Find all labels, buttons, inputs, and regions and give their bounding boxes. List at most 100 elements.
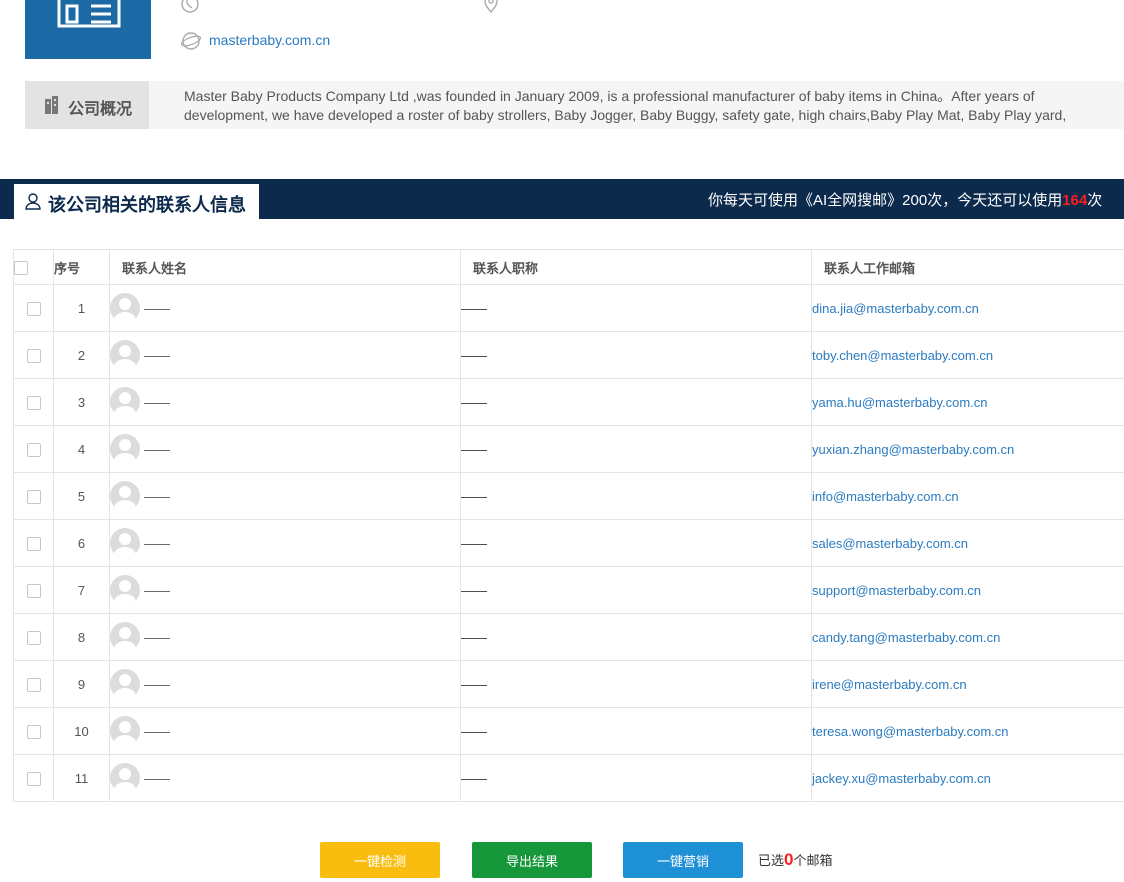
contact-email-link[interactable]: yuxian.zhang@masterbaby.com.cn: [812, 442, 1014, 457]
row-checkbox-cell: [13, 378, 54, 426]
default-avatar-icon: [110, 434, 140, 464]
row-index: 6: [53, 519, 110, 567]
contact-title: ——: [461, 629, 487, 645]
table-row: 8 —— —— candy.tang@masterbaby.com.cn: [13, 613, 1124, 661]
search-quota-text: 你每天可使用《AI全网搜邮》200次，今天还可以使用164次: [708, 189, 1102, 210]
contact-name: ——: [144, 441, 170, 457]
row-checkbox[interactable]: [26, 677, 41, 692]
one-click-check-button[interactable]: 一键检测: [320, 842, 440, 878]
row-checkbox[interactable]: [26, 630, 41, 645]
contact-title-cell: ——: [460, 378, 812, 426]
contact-name: ——: [144, 300, 170, 316]
contact-title-cell: ——: [460, 566, 812, 614]
contact-email-link[interactable]: support@masterbaby.com.cn: [812, 583, 981, 598]
contact-email-cell: yama.hu@masterbaby.com.cn: [811, 378, 1124, 426]
contact-name-cell: ——: [109, 613, 461, 661]
quota-prefix: 你每天可使用《AI全网搜邮》200次，今天还可以使用: [708, 192, 1063, 209]
contact-email-link[interactable]: info@masterbaby.com.cn: [812, 489, 959, 504]
row-checkbox-cell: [13, 519, 54, 567]
contact-email-cell: toby.chen@masterbaby.com.cn: [811, 331, 1124, 379]
contact-title-cell: ——: [460, 519, 812, 567]
header-name: 联系人姓名: [109, 249, 461, 285]
contact-email-link[interactable]: sales@masterbaby.com.cn: [812, 536, 968, 551]
contact-email-cell: info@masterbaby.com.cn: [811, 472, 1124, 520]
contact-name: ——: [144, 723, 170, 739]
row-checkbox[interactable]: [26, 536, 41, 551]
contacts-section-title: 该公司相关的联系人信息: [48, 195, 246, 215]
building-logo-icon: [57, 0, 121, 28]
row-checkbox[interactable]: [26, 348, 41, 363]
company-logo: [25, 0, 151, 59]
row-checkbox[interactable]: [26, 395, 41, 410]
one-click-marketing-button[interactable]: 一键营销: [623, 842, 743, 878]
default-avatar-icon: [110, 340, 140, 370]
row-checkbox-cell: [13, 425, 54, 473]
company-website-link[interactable]: masterbaby.com.cn: [209, 32, 330, 48]
overview-label-box: 公司概况: [25, 81, 149, 129]
row-index: 5: [53, 472, 110, 520]
contact-email-link[interactable]: irene@masterbaby.com.cn: [812, 677, 967, 692]
row-index: 2: [53, 331, 110, 379]
default-avatar-icon: [110, 622, 140, 652]
overview-text-line: Master Baby Products Company Ltd ,was fo…: [184, 88, 1035, 104]
contact-name-cell: ——: [109, 660, 461, 708]
row-checkbox[interactable]: [26, 301, 41, 316]
default-avatar-icon: [110, 387, 140, 417]
row-checkbox[interactable]: [26, 724, 41, 739]
default-avatar-icon: [110, 481, 140, 511]
contact-email-cell: candy.tang@masterbaby.com.cn: [811, 613, 1124, 661]
contact-email-link[interactable]: yama.hu@masterbaby.com.cn: [812, 395, 988, 410]
contact-title: ——: [461, 488, 487, 504]
contact-name: ——: [144, 770, 170, 786]
contact-title: ——: [461, 770, 487, 786]
selected-prefix: 已选: [758, 853, 785, 868]
contacts-section-bar: 该公司相关的联系人信息 你每天可使用《AI全网搜邮》200次，今天还可以使用16…: [0, 179, 1124, 219]
row-index: 10: [53, 707, 110, 755]
contact-email-link[interactable]: dina.jia@masterbaby.com.cn: [812, 301, 979, 316]
contact-name-cell: ——: [109, 566, 461, 614]
row-checkbox[interactable]: [26, 771, 41, 786]
row-checkbox-cell: [13, 472, 54, 520]
contact-name: ——: [144, 535, 170, 551]
row-index: 7: [53, 566, 110, 614]
contact-email-link[interactable]: teresa.wong@masterbaby.com.cn: [812, 724, 1009, 739]
overview-text: Master Baby Products Company Ltd ,was fo…: [184, 87, 1084, 125]
contact-name: ——: [144, 629, 170, 645]
row-checkbox-cell: [13, 284, 54, 332]
selected-count-info: 已选0个邮箱: [758, 850, 833, 870]
contact-name-cell: ——: [109, 284, 461, 332]
default-avatar-icon: [110, 528, 140, 558]
overview-label: 公司概况: [68, 101, 133, 118]
building-bar-icon: [45, 96, 58, 114]
contact-email-cell: dina.jia@masterbaby.com.cn: [811, 284, 1124, 332]
default-avatar-icon: [110, 575, 140, 605]
contact-email-link[interactable]: candy.tang@masterbaby.com.cn: [812, 630, 1000, 645]
globe-icon: [180, 32, 202, 50]
contact-email-cell: irene@masterbaby.com.cn: [811, 660, 1124, 708]
export-results-button[interactable]: 导出结果: [472, 842, 592, 878]
row-index: 9: [53, 660, 110, 708]
contact-email-link[interactable]: toby.chen@masterbaby.com.cn: [812, 348, 993, 363]
contact-title: ——: [461, 441, 487, 457]
row-checkbox[interactable]: [26, 489, 41, 504]
contact-name: ——: [144, 488, 170, 504]
contact-title: ——: [461, 676, 487, 692]
contacts-section-tab[interactable]: 该公司相关的联系人信息: [14, 184, 259, 219]
row-checkbox-cell: [13, 707, 54, 755]
contact-email-cell: support@masterbaby.com.cn: [811, 566, 1124, 614]
quota-suffix: 次: [1087, 192, 1103, 209]
contact-title: ——: [461, 535, 487, 551]
row-checkbox-cell: [13, 331, 54, 379]
row-checkbox[interactable]: [26, 442, 41, 457]
contact-title-cell: ——: [460, 425, 812, 473]
select-all-checkbox[interactable]: [14, 260, 28, 275]
select-all-cell: [13, 249, 54, 285]
header-index: 序号: [53, 249, 110, 285]
contact-name: ——: [144, 582, 170, 598]
contact-title-cell: ——: [460, 331, 812, 379]
row-checkbox[interactable]: [26, 583, 41, 598]
default-avatar-icon: [110, 763, 140, 793]
contact-email-link[interactable]: jackey.xu@masterbaby.com.cn: [812, 771, 991, 786]
quota-remaining-count: 164: [1062, 192, 1088, 209]
contact-title-cell: ——: [460, 707, 812, 755]
